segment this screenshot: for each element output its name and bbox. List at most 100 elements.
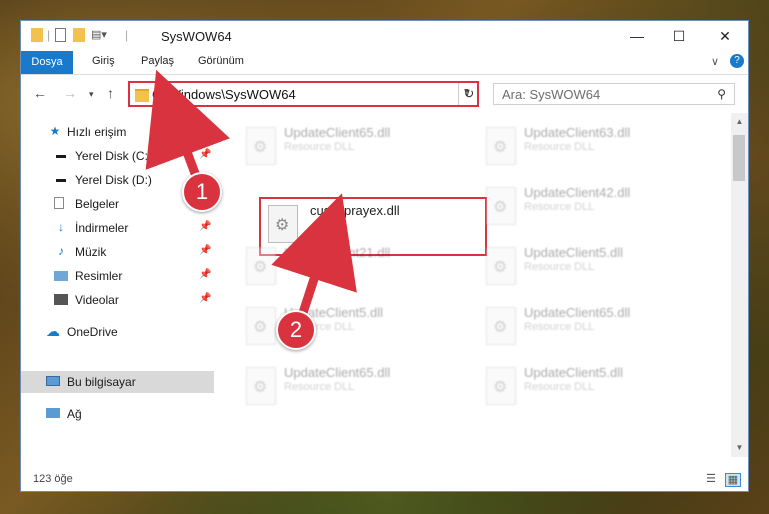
tab-file[interactable]: Dosya	[21, 51, 73, 74]
dll-file-icon: ⚙	[246, 247, 276, 285]
file-item[interactable]: ⚙ UpdateClient5.dll Resource DLL	[476, 241, 706, 299]
videos-icon	[54, 294, 68, 305]
search-icon[interactable]: ⚲	[717, 87, 726, 101]
scroll-thumb[interactable]	[733, 135, 745, 181]
minimize-button[interactable]: —	[621, 25, 653, 47]
file-type: Resource DLL	[284, 141, 355, 153]
file-type: Resource DLL	[524, 261, 595, 273]
file-item[interactable]: ⚙ UpdateClient65.dll Resource DLL	[236, 121, 466, 179]
sidebar-item-label: Bu bilgisayar	[67, 375, 136, 389]
download-icon: ↓	[58, 220, 64, 234]
sidebar-item-this-pc[interactable]: Bu bilgisayar	[21, 371, 214, 393]
file-name: UpdateClient63.dll	[524, 125, 631, 140]
back-arrow-icon[interactable]: ←	[33, 85, 47, 101]
pin-icon[interactable]: 📌	[199, 293, 211, 304]
step-1-badge: 1	[182, 172, 222, 212]
sidebar-item-quick-access[interactable]: ★ Hızlı erişim	[21, 121, 214, 143]
ribbon: Dosya Giriş Paylaş Görünüm ∨ ?	[21, 51, 748, 75]
sidebar-item-label: Yerel Disk (C:)	[75, 149, 152, 163]
folder-icon	[31, 28, 43, 42]
tab-share[interactable]: Paylaş	[141, 55, 174, 67]
address-bar[interactable]: C:\Windows\SysWOW64 ∨	[128, 81, 479, 107]
close-button[interactable]: ✕	[709, 25, 741, 47]
sidebar-item-label: Resimler	[75, 269, 123, 283]
search-input[interactable]: Ara: SysWOW64 ⚲	[493, 83, 735, 105]
file-type: Resource DLL	[524, 141, 595, 153]
pin-icon[interactable]: 📌	[199, 245, 211, 256]
tab-home[interactable]: Giriş	[92, 55, 115, 67]
documents-icon	[54, 197, 64, 209]
pin-icon[interactable]: 📌	[199, 269, 211, 280]
vertical-scrollbar[interactable]: ▲ ▼	[731, 113, 748, 457]
sidebar-item-pictures[interactable]: Resimler 📌	[21, 265, 214, 287]
dll-file-icon: ⚙	[246, 307, 276, 345]
network-icon	[46, 408, 60, 418]
navigation-bar: ← → ▾ ↑ C:\Windows\SysWOW64 ∨ ↻ Ara: Sys…	[21, 75, 748, 113]
sidebar-item-label: Müzik	[75, 245, 107, 259]
tab-view[interactable]: Görünüm	[198, 55, 244, 67]
sidebar-item-label: OneDrive	[67, 325, 118, 339]
file-type: Resource DLL	[284, 381, 355, 393]
sidebar-item-onedrive[interactable]: ☁ OneDrive	[21, 321, 214, 343]
address-path: C:\Windows\SysWOW64	[152, 87, 296, 102]
star-icon: ★	[49, 124, 61, 138]
up-arrow-icon[interactable]: ↑	[107, 85, 114, 101]
separator: |	[125, 28, 129, 42]
scroll-up-icon[interactable]: ▲	[731, 117, 748, 126]
file-name: UpdateClient42.dll	[524, 185, 631, 200]
file-name: UpdateClient65.dll	[284, 125, 391, 140]
forward-arrow-icon[interactable]: →	[63, 85, 77, 101]
computer-icon	[46, 376, 60, 386]
explorer-window: | ▤▾ | SysWOW64 — ☐ ✕ Dosya Giriş Paylaş…	[20, 20, 749, 492]
customize-toolbar-icon[interactable]: ▤▾	[91, 28, 107, 41]
file-item[interactable]: ⚙ UpdateClient42.dll Resource DLL	[476, 181, 706, 239]
large-icons-view-icon[interactable]: ▦	[725, 473, 741, 487]
file-name: UpdateClient5.dll	[524, 245, 624, 260]
sidebar-item-label: Hızlı erişim	[67, 125, 127, 139]
scroll-down-icon[interactable]: ▼	[731, 443, 748, 452]
file-item[interactable]: ⚙ UpdateClient65.dll Resource DLL	[476, 301, 706, 359]
pictures-icon	[54, 271, 68, 281]
status-bar: 123 öğe ☰ ▦	[21, 467, 748, 491]
navigation-pane: ★ Hızlı erişim ▬ Yerel Disk (C:) 📌 ▬ Yer…	[21, 113, 214, 457]
file-name: UpdateClient5.dll	[524, 365, 624, 380]
step-2-badge: 2	[276, 310, 316, 350]
separator: |	[47, 28, 51, 42]
item-count: 123 öğe	[33, 473, 73, 485]
file-name: UpdateClient65.dll	[524, 305, 631, 320]
file-item[interactable]: ⚙ UpdateClient5.dll Resource DLL	[236, 301, 466, 359]
properties-icon[interactable]	[55, 28, 66, 42]
sidebar-item-music[interactable]: ♪ Müzik 📌	[21, 241, 214, 263]
details-view-icon[interactable]: ☰	[704, 473, 718, 485]
drive-icon: ▬	[56, 150, 66, 161]
window-title: SysWOW64	[161, 29, 232, 44]
file-name: UpdateClient21.dll	[284, 245, 391, 260]
file-item[interactable]: ⚙ UpdateClient5.dll Resource DLL	[476, 361, 706, 419]
sidebar-item-label: Belgeler	[75, 197, 120, 211]
new-folder-icon[interactable]	[73, 28, 85, 42]
sidebar-item-videos[interactable]: Videolar 📌	[21, 289, 214, 311]
refresh-icon[interactable]: ↻	[458, 83, 479, 105]
file-type: Resource DLL	[284, 261, 355, 273]
sidebar-item-label: Ağ	[67, 407, 82, 421]
ribbon-collapse-icon[interactable]: ∨	[711, 55, 719, 68]
recent-locations-icon[interactable]: ▾	[89, 89, 94, 100]
search-placeholder: Ara: SysWOW64	[502, 87, 601, 102]
cloud-icon: ☁	[46, 323, 60, 339]
file-item[interactable]: ⚙ UpdateClient21.dll Resource DLL	[236, 241, 466, 299]
pin-icon[interactable]: 📌	[199, 149, 211, 160]
pin-icon[interactable]: 📌	[199, 221, 211, 232]
file-item[interactable]: ⚙ UpdateClient63.dll Resource DLL	[476, 121, 706, 179]
help-icon[interactable]: ?	[730, 54, 744, 68]
file-type: Resource DLL	[524, 201, 595, 213]
sidebar-item-label: Videolar	[75, 293, 119, 307]
dll-file-icon: ⚙	[486, 187, 516, 225]
sidebar-item-disk-c[interactable]: ▬ Yerel Disk (C:) 📌	[21, 145, 214, 167]
file-name: UpdateClient65.dll	[284, 365, 391, 380]
dll-file-icon: ⚙	[486, 127, 516, 165]
file-item[interactable]: ⚙ UpdateClient65.dll Resource DLL	[236, 361, 466, 419]
maximize-button[interactable]: ☐	[663, 25, 695, 47]
sidebar-item-network[interactable]: Ağ	[21, 403, 214, 425]
sidebar-item-downloads[interactable]: ↓ İndirmeler 📌	[21, 217, 214, 239]
file-list: ⚙ UpdateClient65.dll Resource DLL ⚙ Upda…	[214, 113, 731, 457]
